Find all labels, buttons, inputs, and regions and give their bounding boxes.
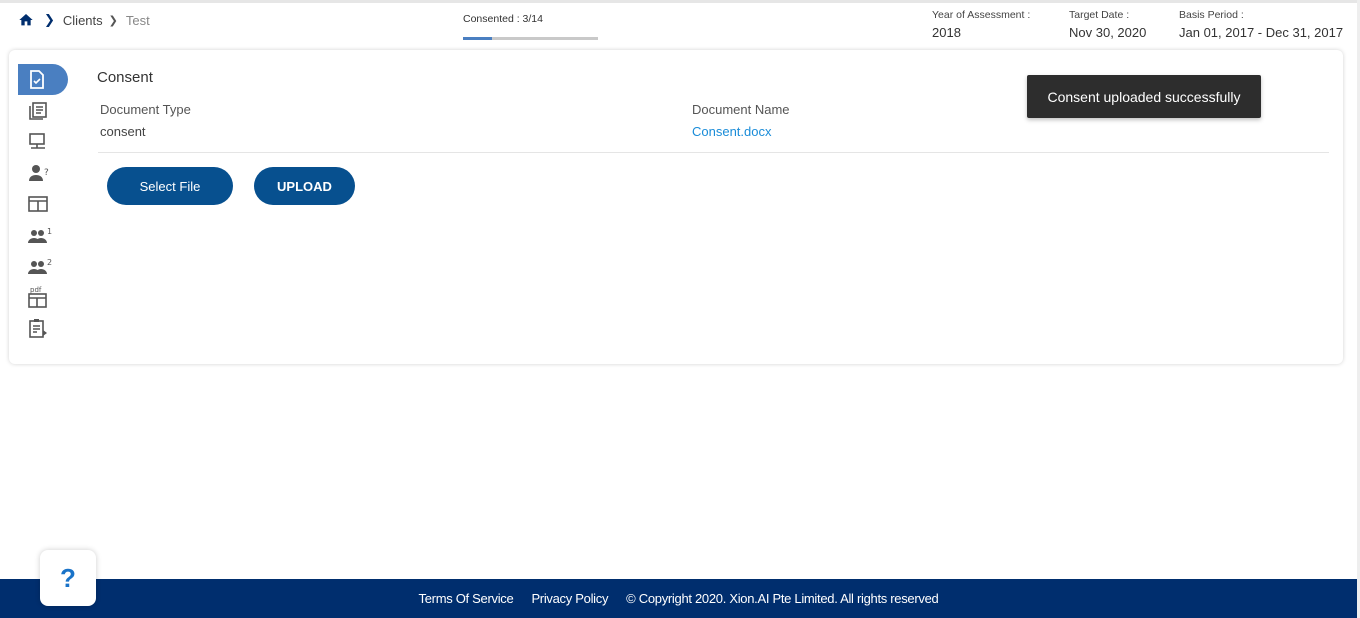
sidebar-item-clipboard[interactable]	[18, 312, 68, 343]
svg-text:pdf: pdf	[30, 286, 42, 294]
computer-network-icon	[28, 132, 48, 152]
upload-button[interactable]: UPLOAD	[254, 167, 355, 205]
document-name-link[interactable]: Consent.docx	[692, 124, 772, 139]
sidebar-item-consent[interactable]	[18, 64, 68, 95]
sidebar-item-computer[interactable]	[18, 126, 68, 157]
progress-fill	[463, 37, 492, 40]
help-button[interactable]: ?	[40, 550, 96, 606]
document-name-header: Document Name	[692, 102, 790, 117]
chevron-right-icon: ❯	[108, 14, 118, 27]
library-books-icon	[28, 101, 48, 121]
footer: Terms Of Service Privacy Policy © Copyri…	[0, 579, 1357, 618]
sidebar-item-documents[interactable]	[18, 95, 68, 126]
svg-text:1: 1	[47, 227, 52, 236]
sidebar-item-people-1[interactable]: 1	[18, 219, 68, 250]
people-one-icon: 1	[28, 226, 52, 244]
breadcrumb: ❯ Clients ❯ Test	[18, 12, 150, 28]
basis-label: Basis Period :	[1179, 9, 1244, 21]
breadcrumb-current: Test	[125, 12, 150, 28]
basis-period: Basis Period : Jan 01, 2017 - Dec 31, 20…	[1179, 9, 1343, 40]
sidebar-item-people-2[interactable]: 2	[18, 250, 68, 281]
basis-value: Jan 01, 2017 - Dec 31, 2017	[1179, 25, 1344, 40]
people-two-icon: 2	[28, 257, 52, 275]
person-question-icon: ?	[28, 164, 50, 182]
terms-link[interactable]: Terms Of Service	[419, 591, 514, 606]
sidebar: ? 1 2 pdf	[18, 64, 68, 343]
sidebar-item-layout[interactable]	[18, 188, 68, 219]
target-label: Target Date :	[1069, 9, 1130, 21]
svg-text:2: 2	[47, 258, 52, 267]
card-title: Consent	[97, 69, 153, 86]
sidebar-item-person-query[interactable]: ?	[18, 157, 68, 188]
target-date: Target Date : Nov 30, 2020	[1069, 9, 1146, 40]
top-border	[0, 0, 1360, 3]
progress-bar	[463, 37, 598, 40]
sidebar-item-pdf[interactable]: pdf	[18, 281, 68, 312]
privacy-link[interactable]: Privacy Policy	[531, 591, 608, 606]
target-value: Nov 30, 2020	[1069, 25, 1147, 40]
home-icon[interactable]	[18, 12, 34, 28]
document-type-value: consent	[100, 124, 146, 139]
progress-label: Consented : 3/14	[463, 13, 543, 25]
toast-notification: Consent uploaded successfully	[1027, 75, 1261, 118]
svg-text:?: ?	[44, 168, 49, 178]
year-label: Year of Assessment :	[932, 9, 1031, 21]
year-value: 2018	[932, 25, 961, 40]
consent-progress: Consented : 3/14	[463, 13, 598, 40]
web-layout-icon	[28, 195, 48, 213]
select-file-button[interactable]: Select File	[107, 167, 233, 205]
clipboard-play-icon	[28, 318, 48, 338]
copyright-text: © Copyright 2020. Xion.AI Pte Limited. A…	[626, 591, 939, 606]
document-type-header: Document Type	[100, 102, 191, 117]
consent-document-icon	[28, 69, 46, 90]
chevron-right-icon: ❯	[44, 12, 55, 27]
divider	[98, 152, 1329, 153]
question-mark-icon: ?	[60, 562, 76, 593]
pdf-layout-icon: pdf	[28, 285, 48, 309]
year-of-assessment: Year of Assessment : 2018	[932, 9, 1030, 40]
breadcrumb-clients[interactable]: Clients	[63, 13, 103, 28]
